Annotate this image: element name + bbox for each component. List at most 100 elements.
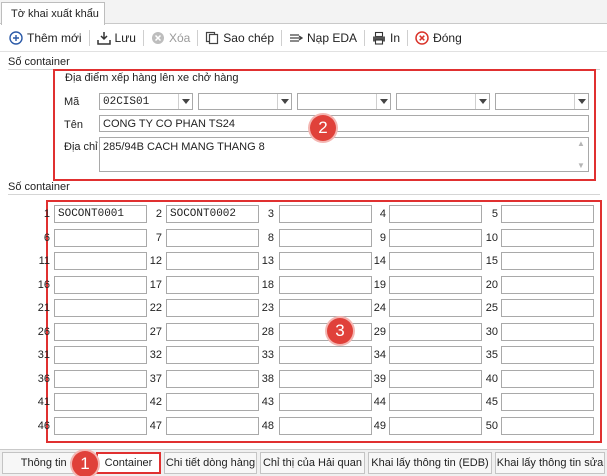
container-input-43[interactable] — [279, 393, 372, 411]
add-new-button[interactable]: Thêm mới — [4, 27, 87, 49]
container-input-17[interactable] — [166, 276, 259, 294]
code-select-3[interactable] — [297, 93, 391, 110]
annotation-badge-1: 1 — [72, 451, 98, 476]
container-input-26[interactable] — [54, 323, 147, 341]
container-input-46[interactable] — [54, 417, 147, 435]
address-value: 285/94B CACH MANG THANG 8 — [103, 141, 265, 153]
container-input-31[interactable] — [54, 346, 147, 364]
code-select-1-value: 02CIS01 — [103, 96, 150, 108]
container-input-33[interactable] — [279, 346, 372, 364]
container-number-label: 49 — [373, 420, 386, 432]
container-number-label: 43 — [261, 396, 274, 408]
container-number-label: 6 — [43, 232, 50, 244]
container-input-18[interactable] — [279, 276, 372, 294]
container-input-10[interactable] — [501, 229, 594, 247]
container-input-28[interactable] — [279, 323, 372, 341]
print-button[interactable]: In — [367, 27, 405, 49]
container-number-label: 45 — [485, 396, 498, 408]
container-input-29[interactable] — [389, 323, 482, 341]
container-input-11[interactable] — [54, 252, 147, 270]
container-input-13[interactable] — [279, 252, 372, 270]
container-input-2[interactable]: SOCONT0002 — [166, 205, 259, 223]
container-input-22[interactable] — [166, 299, 259, 317]
container-input-19[interactable] — [389, 276, 482, 294]
container-number-label: 35 — [485, 349, 498, 361]
container-input-24[interactable] — [389, 299, 482, 317]
container-input-25[interactable] — [501, 299, 594, 317]
container-input-34[interactable] — [389, 346, 482, 364]
document-tabbar: Tờ khai xuất khẩu — [0, 0, 607, 25]
add-new-label: Thêm mới — [27, 31, 82, 45]
print-label: In — [390, 31, 401, 45]
container-input-30[interactable] — [501, 323, 594, 341]
container-input-44[interactable] — [389, 393, 482, 411]
container-input-5[interactable] — [501, 205, 594, 223]
copy-button[interactable]: Sao chép — [200, 27, 279, 49]
delete-button[interactable]: Xóa — [146, 27, 195, 49]
tab-container[interactable]: Container — [96, 452, 161, 474]
tab-line-details[interactable]: Chi tiết dòng hàng — [164, 452, 257, 474]
close-button[interactable]: Đóng — [410, 27, 467, 49]
load-eda-button[interactable]: Nạp EDA — [284, 27, 362, 49]
container-input-49[interactable] — [389, 417, 482, 435]
chevron-down-icon — [178, 94, 192, 109]
container-input-48[interactable] — [279, 417, 372, 435]
container-input-21[interactable] — [54, 299, 147, 317]
container-number-label: 48 — [261, 420, 274, 432]
container-input-39[interactable] — [389, 370, 482, 388]
container-number-label: 37 — [149, 373, 162, 385]
container-input-8[interactable] — [279, 229, 372, 247]
container-input-45[interactable] — [501, 393, 594, 411]
container-input-32[interactable] — [166, 346, 259, 364]
toolbar-separator — [88, 30, 90, 46]
code-select-1[interactable]: 02CIS01 — [99, 93, 193, 110]
container-input-20[interactable] — [501, 276, 594, 294]
address-field[interactable]: 285/94B CACH MANG THANG 8 ▲ ▼ — [99, 137, 589, 172]
container-number-label: 5 — [491, 208, 498, 220]
container-input-47[interactable] — [166, 417, 259, 435]
container-input-1[interactable]: SOCONT0001 — [54, 205, 147, 223]
tab-edb-info[interactable]: Khai lấy thông tin (EDB) — [368, 452, 492, 474]
tab-amend-info[interactable]: Khai lấy thông tin sửa — [495, 452, 605, 474]
code-select-2[interactable] — [198, 93, 292, 110]
container-input-36[interactable] — [54, 370, 147, 388]
container-input-7[interactable] — [166, 229, 259, 247]
container-input-23[interactable] — [279, 299, 372, 317]
container-input-3[interactable] — [279, 205, 372, 223]
loading-place-group-label: Địa điểm xếp hàng lên xe chở hàng — [65, 72, 239, 84]
container-input-16[interactable] — [54, 276, 147, 294]
code-select-4[interactable] — [396, 93, 490, 110]
container-number-label: 25 — [485, 302, 498, 314]
delete-circle-icon — [151, 31, 165, 45]
container-input-50[interactable] — [501, 417, 594, 435]
tab-export-declaration[interactable]: Tờ khai xuất khẩu — [1, 2, 105, 25]
section-divider — [8, 194, 600, 195]
tab-customs-instructions[interactable]: Chỉ thị của Hải quan — [260, 452, 365, 474]
toolbar-separator — [407, 30, 409, 46]
container-input-4[interactable] — [389, 205, 482, 223]
container-input-27[interactable] — [166, 323, 259, 341]
name-field[interactable]: CONG TY CO PHAN TS24 — [99, 115, 589, 132]
container-input-41[interactable] — [54, 393, 147, 411]
container-input-12[interactable] — [166, 252, 259, 270]
container-number-label: 47 — [149, 420, 162, 432]
close-circle-icon — [415, 31, 429, 45]
name-label: Tên — [64, 119, 83, 131]
container-input-42[interactable] — [166, 393, 259, 411]
save-button[interactable]: Lưu — [92, 27, 141, 49]
container-input-38[interactable] — [279, 370, 372, 388]
container-number-label: 16 — [37, 279, 50, 291]
container-input-15[interactable] — [501, 252, 594, 270]
printer-icon — [372, 31, 386, 45]
container-number-label: 11 — [38, 255, 50, 267]
container-input-35[interactable] — [501, 346, 594, 364]
container-input-6[interactable] — [54, 229, 147, 247]
container-input-37[interactable] — [166, 370, 259, 388]
container-number-label: 21 — [37, 302, 50, 314]
code-select-5[interactable] — [495, 93, 589, 110]
container-input-14[interactable] — [389, 252, 482, 270]
chevron-down-icon — [574, 94, 588, 109]
container-input-9[interactable] — [389, 229, 482, 247]
container-input-40[interactable] — [501, 370, 594, 388]
memo-scrollbar[interactable]: ▲ ▼ — [574, 138, 588, 171]
